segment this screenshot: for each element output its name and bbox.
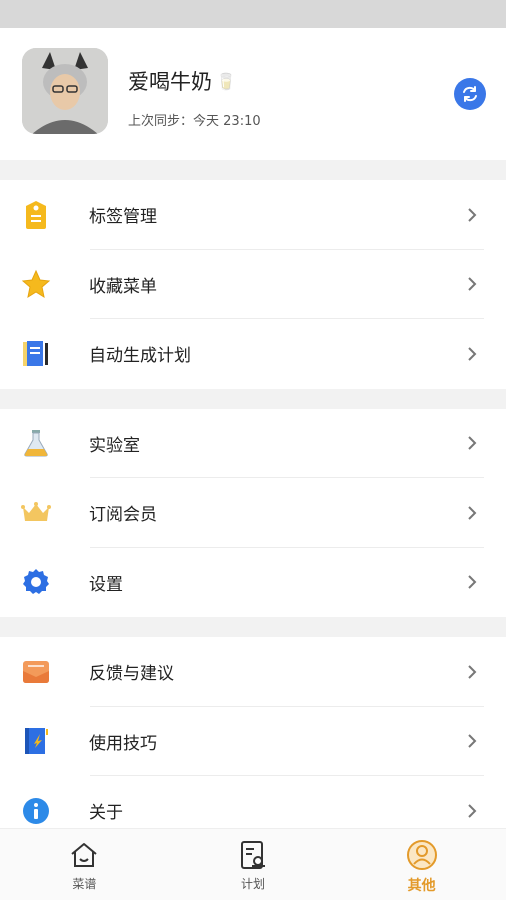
tab-plan[interactable]: 计划: [169, 829, 338, 900]
tag-icon: [21, 200, 51, 230]
sync-label: 上次同步：: [128, 114, 194, 129]
menu-item-feedback[interactable]: 反馈与建议: [0, 637, 506, 707]
tab-other[interactable]: 其他: [337, 829, 506, 900]
chevron-right-icon: [468, 734, 477, 748]
menu-group-3: 反馈与建议 使用技巧 关于: [0, 637, 506, 846]
chevron-right-icon: [468, 506, 477, 520]
notebook-icon: [21, 339, 51, 369]
menu-group-2: 实验室 订阅会员 设置: [0, 408, 506, 618]
username: 爱喝牛奶 🥛: [128, 66, 236, 96]
plan-icon: [237, 839, 269, 871]
avatar[interactable]: [22, 48, 108, 134]
menu-group-1: 标签管理 收藏菜单 自动生成计划: [0, 180, 506, 389]
refresh-icon: [463, 86, 477, 102]
menu-item-label: 实验室: [89, 435, 140, 456]
book-icon: [21, 726, 51, 756]
chevron-right-icon: [468, 347, 477, 361]
profile-card[interactable]: 爱喝牛奶 🥛 上次同步：今天 23:10: [0, 28, 506, 160]
milk-emoji: 🥛: [216, 71, 236, 91]
menu-item-label: 关于: [89, 803, 123, 824]
menu-item-label: 收藏菜单: [89, 276, 157, 297]
tab-recipes[interactable]: 菜谱: [0, 829, 169, 900]
menu-item-label: 订阅会员: [89, 505, 157, 526]
menu-item-tag-management[interactable]: 标签管理: [0, 180, 506, 250]
chevron-right-icon: [468, 277, 477, 291]
mail-icon: [21, 657, 51, 687]
info-icon: [21, 796, 51, 826]
chevron-right-icon: [468, 436, 477, 450]
menu-item-label: 反馈与建议: [89, 664, 174, 685]
menu-item-subscription[interactable]: 订阅会员: [0, 478, 506, 548]
menu-item-tips[interactable]: 使用技巧: [0, 707, 506, 776]
username-text: 爱喝牛奶: [128, 70, 212, 94]
menu-item-favorites[interactable]: 收藏菜单: [0, 250, 506, 319]
flask-icon: [21, 428, 51, 458]
tab-label: 菜谱: [72, 877, 97, 891]
other-icon: [406, 839, 438, 871]
menu-item-label: 标签管理: [89, 207, 157, 228]
sync-time: 今天 23:10: [193, 114, 261, 129]
tab-label: 其他: [407, 878, 436, 894]
menu-item-label: 设置: [89, 574, 123, 595]
chevron-right-icon: [468, 208, 477, 222]
chevron-right-icon: [468, 665, 477, 679]
status-bar: [0, 0, 506, 28]
menu-item-lab[interactable]: 实验室: [0, 409, 506, 478]
chevron-right-icon: [468, 804, 477, 818]
star-icon: [21, 269, 51, 299]
chevron-right-icon: [468, 575, 477, 589]
menu-item-settings[interactable]: 设置: [0, 548, 506, 618]
menu-item-label: 自动生成计划: [89, 346, 191, 367]
home-icon: [68, 839, 100, 871]
crown-icon: [21, 498, 51, 528]
tab-label: 计划: [241, 877, 266, 891]
menu-item-auto-plan[interactable]: 自动生成计划: [0, 319, 506, 389]
menu-item-label: 使用技巧: [89, 733, 157, 754]
bottom-tab-bar: 菜谱 计划 其他: [0, 828, 506, 900]
sync-status: 上次同步：今天 23:10: [128, 110, 261, 129]
sync-button[interactable]: [454, 78, 486, 110]
gear-icon: [21, 567, 51, 597]
